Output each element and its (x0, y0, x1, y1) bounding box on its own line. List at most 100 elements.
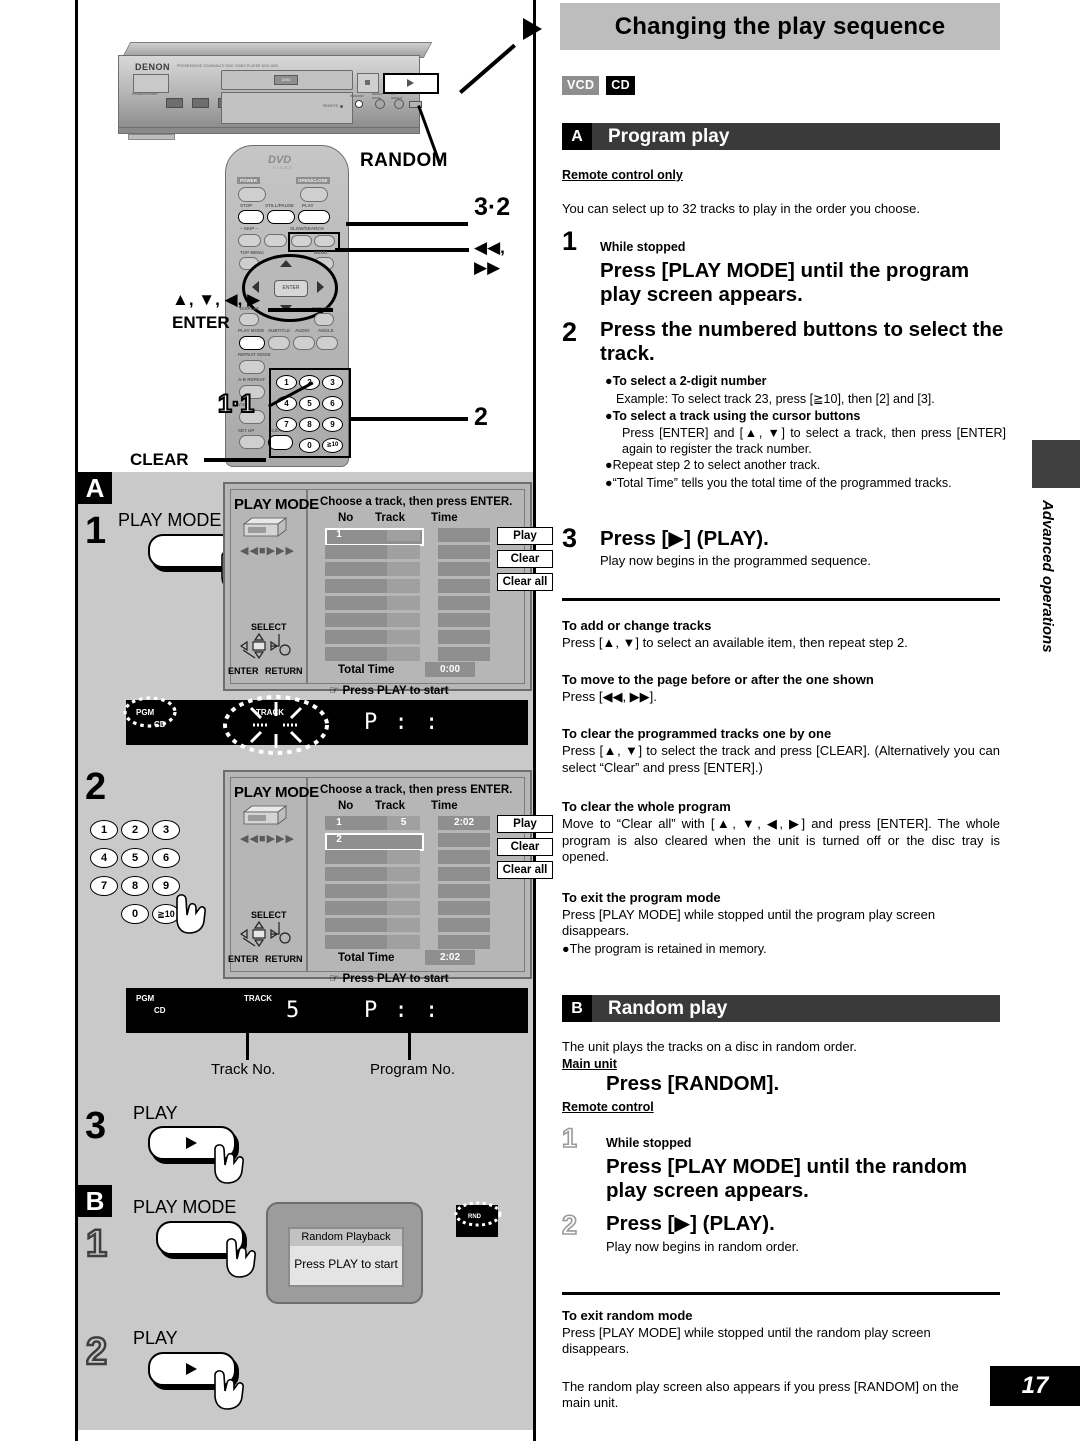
table-row[interactable] (325, 901, 387, 915)
fl-segments-1: P : : (364, 710, 441, 735)
deck-base (118, 127, 420, 134)
remote-angle-button[interactable] (316, 336, 338, 350)
b-footer-note: The random play screen also appears if y… (562, 1379, 959, 1410)
table-row[interactable] (325, 647, 387, 661)
osd-title-1: PLAY MODE (234, 496, 319, 513)
numpad-key-2[interactable]: 2 (121, 820, 149, 840)
numpad-key-8[interactable]: 8 (299, 417, 320, 432)
cell-track-bg (387, 850, 420, 864)
remote-set-up-label: SET UP (238, 428, 255, 433)
numpad-key-8[interactable]: 8 (121, 876, 149, 896)
osd-col-time-1: Time (431, 512, 458, 524)
cell-time (438, 850, 490, 864)
table-row[interactable] (325, 562, 387, 576)
remote-subtitle-button[interactable] (268, 336, 290, 350)
b-note1-head: To exit random mode (562, 1308, 693, 1323)
osd-return-label-2: RETURN (265, 954, 303, 964)
a-step2-instruction: Press the numbered buttons to select the… (600, 318, 1004, 365)
remote-return-button[interactable] (314, 313, 334, 326)
remote-repeat-mode-button[interactable] (239, 360, 265, 374)
osd-clear-button-1[interactable]: Clear (497, 550, 553, 568)
remote-still-pause-button[interactable] (267, 210, 295, 224)
numpad-key-0[interactable]: 0 (299, 438, 320, 453)
remote-skip-fwd-button[interactable] (264, 234, 287, 247)
table-row[interactable] (325, 596, 387, 610)
remote-power-button[interactable] (238, 187, 266, 202)
numpad-key-3[interactable]: 3 (322, 375, 343, 390)
remote-slow-fwd-button[interactable] (314, 235, 335, 247)
remote-play-button[interactable] (298, 210, 330, 224)
cursor-up-icon[interactable] (280, 260, 292, 267)
numpad-key-1[interactable]: 1 (90, 820, 118, 840)
osd-col-track-2: Track (375, 800, 406, 812)
remote-display-button[interactable] (239, 313, 259, 326)
random-button[interactable] (355, 100, 363, 108)
deck-play-button[interactable] (383, 73, 439, 94)
osd-clear-button-2[interactable]: Clear (497, 838, 553, 856)
table-row[interactable] (325, 613, 387, 627)
callout-play-mode: 1·1 (217, 389, 255, 419)
remote-play-mode-button[interactable] (239, 336, 265, 350)
numpad-key-6[interactable]: 6 (152, 848, 180, 868)
fl-pgm-2: PGM (136, 994, 155, 1003)
cursor-right-icon[interactable] (317, 281, 324, 293)
remote-stop-button[interactable] (238, 210, 264, 224)
numpad-key-9[interactable]: 9 (322, 417, 343, 432)
table-row[interactable] (325, 867, 387, 881)
numpad-key-7[interactable]: 7 (90, 876, 118, 896)
numpad-key-4[interactable]: 4 (90, 848, 118, 868)
osd-clear-all-button-2[interactable]: Clear all (497, 861, 553, 879)
remote-stop-label: STOP (240, 203, 253, 208)
play-triangle-icon (186, 1363, 197, 1375)
numpad-key-1[interactable]: 1 (276, 375, 297, 390)
numpad-key-5[interactable]: 5 (299, 396, 320, 411)
open-close-button[interactable] (357, 73, 379, 93)
note2-head: To move to the page before or after the … (562, 672, 874, 687)
remote-menu-label: MENU (314, 250, 328, 255)
cell-time (438, 545, 490, 559)
osd-select-diagram-2 (239, 920, 291, 948)
remote-open-close-button[interactable] (300, 187, 328, 202)
osd-col-no-1: No (338, 512, 354, 524)
numpad-key-5[interactable]: 5 (121, 848, 149, 868)
remote-audio-button[interactable] (293, 336, 315, 350)
bullet-dot: ● (562, 942, 570, 956)
a-step3-instruction: Press [▶] (PLAY). (600, 527, 769, 550)
remote-skip-back-button[interactable] (238, 234, 261, 247)
cell-track-bg (387, 530, 420, 541)
random-callout-label: RANDOM (360, 150, 448, 171)
numpad-key-3[interactable]: 3 (152, 820, 180, 840)
numpad-key-7[interactable]: 7 (276, 417, 297, 432)
section-a-letter: A (562, 123, 592, 150)
cell-track: 5 (400, 817, 407, 828)
remote-set-up-button[interactable] (239, 435, 265, 449)
remote-slow-back-button[interactable] (291, 235, 312, 247)
osd-clear-all-button-1[interactable]: Clear all (497, 573, 553, 591)
deck-icon-2 (242, 805, 288, 825)
repeat-mode-button[interactable] (375, 99, 385, 109)
ab-repeat-button[interactable] (394, 99, 404, 109)
osd-footer-1: ☞ Press PLAY to start (329, 683, 449, 697)
table-row[interactable] (325, 579, 387, 593)
enter-button[interactable]: ENTER (274, 280, 308, 297)
numpad-key-6[interactable]: 6 (322, 396, 343, 411)
table-row[interactable] (325, 850, 387, 864)
osd-play-button-2[interactable]: Play (497, 815, 553, 833)
table-row[interactable] (325, 545, 387, 559)
bullet-dot: ● (605, 476, 613, 490)
table-row[interactable] (325, 918, 387, 932)
remote-open-close-label: OPEN/CLOSE (296, 177, 330, 184)
numpad-key-0[interactable]: 0 (121, 904, 149, 924)
power-button[interactable] (133, 74, 169, 93)
table-row[interactable] (325, 935, 387, 949)
osd-return-label-1: RETURN (265, 666, 303, 676)
table-row[interactable] (325, 630, 387, 644)
tag-vcd: VCD (562, 76, 600, 95)
numpad-key-ge10[interactable]: ≧10 (322, 438, 343, 453)
table-row[interactable] (325, 884, 387, 898)
note1-body: Press [▲, ▼] to select an available item… (562, 635, 908, 650)
osd-play-button-1[interactable]: Play (497, 527, 553, 545)
cursor-callout-line (268, 308, 333, 312)
cell-no: 1 (336, 817, 342, 828)
a-step3-number: 3 (562, 523, 578, 553)
